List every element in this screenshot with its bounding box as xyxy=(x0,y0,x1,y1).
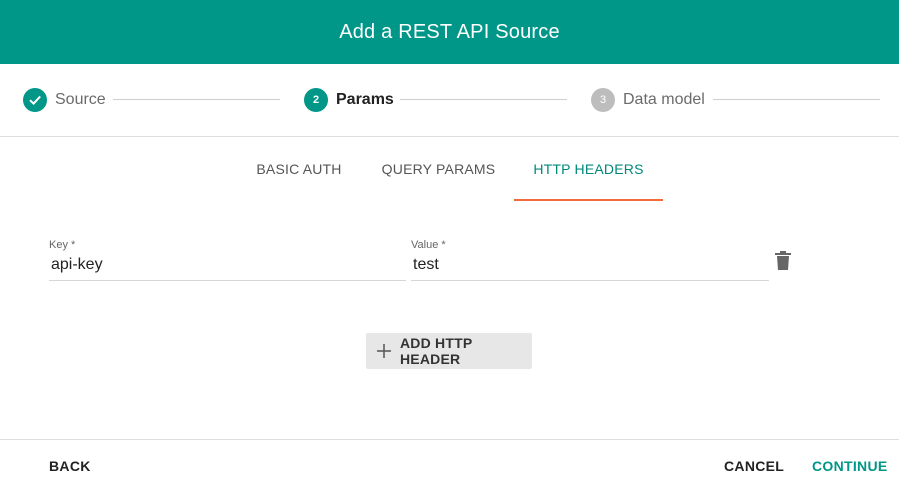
step-source[interactable]: Source xyxy=(23,88,106,112)
tab-label: HTTP HEADERS xyxy=(533,161,644,177)
step-connector xyxy=(113,99,280,100)
continue-button[interactable]: CONTINUE xyxy=(812,440,888,491)
cancel-button[interactable]: CANCEL xyxy=(724,440,784,491)
stepper: Source 2 Params 3 Data model xyxy=(0,64,899,137)
add-http-header-button[interactable]: ADD HTTP HEADER xyxy=(366,333,532,369)
back-button[interactable]: BACK xyxy=(49,440,91,491)
tab-active-indicator xyxy=(514,199,663,201)
step-number-badge: 2 xyxy=(304,88,328,112)
header-value-input[interactable] xyxy=(411,252,769,281)
header-key-field: Key * xyxy=(49,238,406,281)
dialog-footer: BACK CANCEL CONTINUE xyxy=(0,439,899,491)
dialog-header: Add a REST API Source xyxy=(0,0,899,64)
step-data-model-label: Data model xyxy=(623,91,705,108)
header-key-input[interactable] xyxy=(49,252,406,281)
step-source-label: Source xyxy=(55,91,106,108)
tab-label: QUERY PARAMS xyxy=(381,161,496,177)
step-connector xyxy=(400,99,567,100)
step-number-badge: 3 xyxy=(591,88,615,112)
auth-tabs: BASIC AUTH QUERY PARAMS HTTP HEADERS xyxy=(0,137,899,201)
plus-icon xyxy=(376,343,392,359)
step-data-model[interactable]: 3 Data model xyxy=(591,88,705,112)
value-label: Value * xyxy=(411,239,446,251)
add-http-header-label: ADD HTTP HEADER xyxy=(400,335,473,367)
step-connector xyxy=(713,99,880,100)
tab-query-params[interactable]: QUERY PARAMS xyxy=(373,137,504,201)
header-value-field: Value * xyxy=(411,238,769,281)
dialog-title: Add a REST API Source xyxy=(339,20,560,43)
trash-icon[interactable] xyxy=(774,251,792,271)
tab-label: BASIC AUTH xyxy=(256,161,342,177)
check-circle-icon xyxy=(23,88,47,112)
key-label: Key * xyxy=(49,239,76,251)
tab-basic-auth[interactable]: BASIC AUTH xyxy=(245,137,353,201)
tab-http-headers[interactable]: HTTP HEADERS xyxy=(514,137,663,201)
step-params-label: Params xyxy=(336,91,394,108)
step-params[interactable]: 2 Params xyxy=(304,88,394,112)
